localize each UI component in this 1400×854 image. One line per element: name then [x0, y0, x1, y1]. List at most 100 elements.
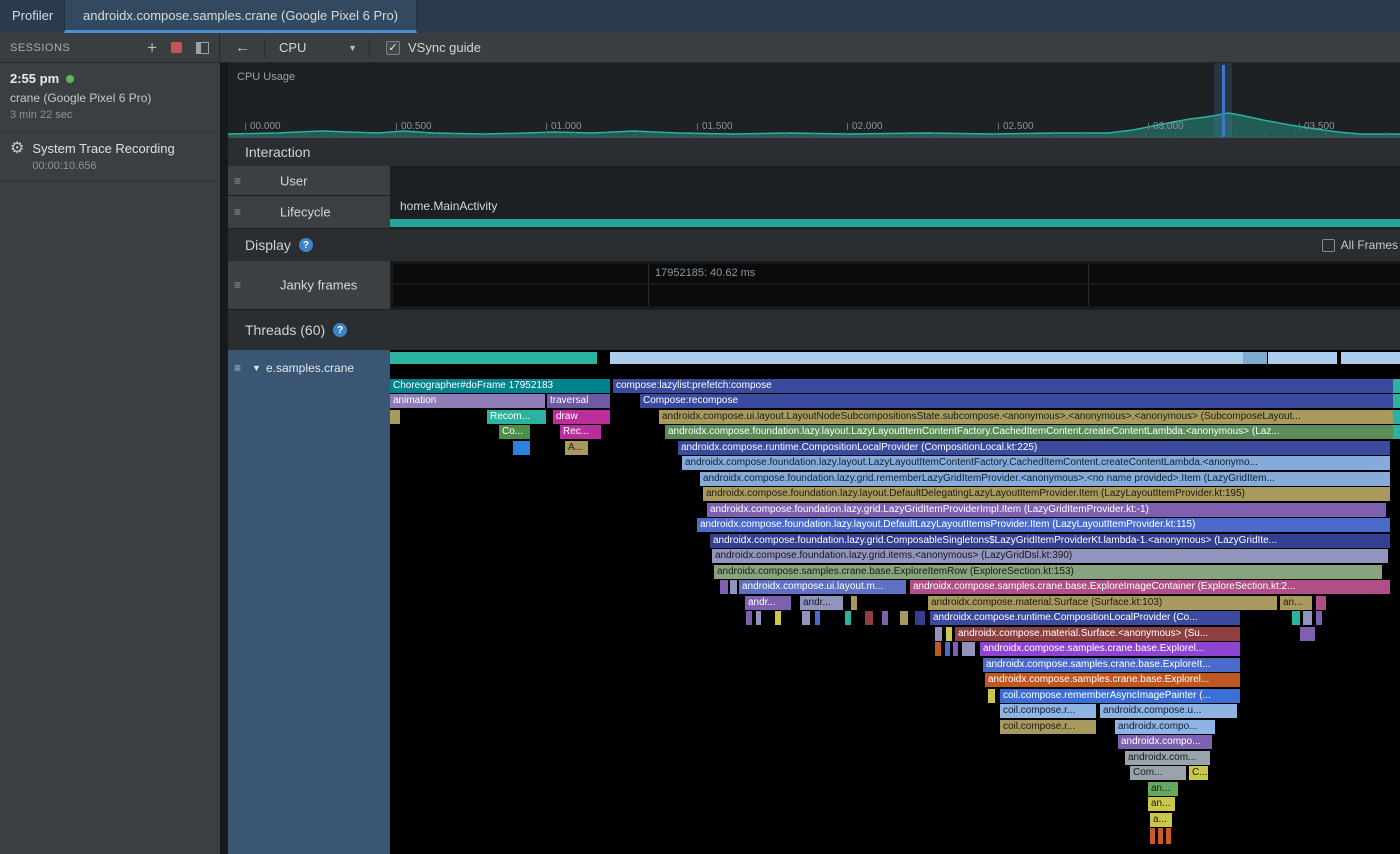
trace-event[interactable]: androidx.compo...	[1118, 735, 1212, 749]
recording-item[interactable]: ⚙ System Trace Recording 00:00:10.656	[0, 132, 220, 182]
flame-chart[interactable]: Choreographer#doFrame 17952183compose:la…	[390, 350, 1400, 854]
interaction-section-header[interactable]: Interaction	[228, 138, 1400, 166]
all-frames-checkbox[interactable]	[1322, 239, 1335, 252]
trace-event[interactable]: androidx.compose.foundation.lazy.layout.…	[703, 487, 1390, 501]
trace-event[interactable]	[730, 580, 737, 594]
thread-activity-segment[interactable]	[390, 352, 597, 364]
trace-event[interactable]	[1393, 425, 1400, 439]
user-track-content[interactable]	[390, 166, 1400, 195]
trace-event[interactable]	[915, 611, 925, 625]
trace-event[interactable]: C...	[1189, 766, 1208, 780]
trace-event[interactable]: Recom...	[487, 410, 546, 424]
vsync-checkbox[interactable]: ✓	[386, 41, 400, 55]
trace-event[interactable]: androidx.com...	[1125, 751, 1210, 765]
trace-event[interactable]	[1393, 394, 1400, 408]
drag-handle-icon[interactable]: ≡	[234, 205, 241, 219]
frame-lifecycle-bar[interactable]: 17952185: 40.62 ms	[393, 264, 1400, 283]
trace-event[interactable]	[1393, 410, 1400, 424]
trace-event[interactable]	[988, 689, 995, 703]
trace-event[interactable]	[946, 627, 952, 641]
trace-event[interactable]	[775, 611, 781, 625]
trace-event[interactable]: andr...	[745, 596, 791, 610]
trace-event[interactable]: Choreographer#doFrame 17952183	[390, 379, 610, 393]
threads-section-header[interactable]: Threads (60) ?	[228, 310, 1400, 350]
trace-event[interactable]: traversal	[547, 394, 610, 408]
trace-event[interactable]	[390, 410, 400, 424]
trace-event[interactable]	[513, 441, 530, 455]
trace-event[interactable]	[865, 611, 873, 625]
trace-event[interactable]: androidx.compose.foundation.lazy.layout.…	[682, 456, 1390, 470]
trace-event[interactable]: androidx.compose.foundation.lazy.layout.…	[697, 518, 1390, 532]
lifecycle-track-content[interactable]: home.MainActivity	[390, 196, 1400, 228]
lifecycle-activity-bar[interactable]	[390, 219, 1400, 227]
trace-event[interactable]	[1316, 596, 1326, 610]
trace-event[interactable]: a...	[1150, 813, 1172, 827]
trace-event[interactable]: A...	[565, 441, 588, 455]
trace-event[interactable]	[935, 627, 942, 641]
lifecycle-track-label[interactable]: ≡ Lifecycle	[228, 196, 390, 228]
thread-activity-segment[interactable]	[1341, 352, 1400, 364]
thread-activity-segment[interactable]	[1268, 352, 1337, 364]
trace-event[interactable]: androidx.compose.runtime.CompositionLoca…	[930, 611, 1240, 625]
trace-event[interactable]	[1166, 828, 1171, 844]
trace-event[interactable]	[1393, 379, 1400, 393]
trace-event[interactable]	[935, 642, 941, 656]
janky-track-label[interactable]: ≡ Janky frames	[228, 261, 390, 309]
trace-event[interactable]	[953, 642, 958, 656]
help-icon[interactable]: ?	[333, 323, 347, 337]
drag-handle-icon[interactable]: ≡	[234, 174, 241, 188]
trace-event[interactable]	[1303, 611, 1312, 625]
thread-row[interactable]: ≡ ▼ e.samples.crane	[228, 350, 390, 854]
trace-event[interactable]: androidx.compose.material.Surface.<anony…	[955, 627, 1240, 641]
trace-event[interactable]	[746, 611, 752, 625]
trace-event[interactable]: an...	[1280, 596, 1312, 610]
trace-event[interactable]	[802, 611, 810, 625]
trace-event[interactable]	[1316, 611, 1322, 625]
trace-event[interactable]: Co...	[499, 425, 530, 439]
time-ruler[interactable]: 00.00000.50001.00001.50002.00002.50003.0…	[228, 116, 1400, 138]
session-tab[interactable]: androidx.compose.samples.crane (Google P…	[64, 0, 417, 33]
trace-event[interactable]	[1292, 611, 1300, 625]
janky-track-content[interactable]: 17952185: 40.62 ms	[390, 261, 1400, 309]
trace-event[interactable]	[882, 611, 888, 625]
help-icon[interactable]: ?	[299, 238, 313, 252]
trace-event[interactable]: andr...	[800, 596, 843, 610]
trace-event[interactable]	[845, 611, 851, 625]
trace-event[interactable]: Rec...	[560, 425, 601, 439]
trace-event[interactable]: androidx.compose.samples.crane.base.Expl…	[714, 565, 1382, 579]
trace-event[interactable]: androidx.compose.samples.crane.base.Expl…	[910, 580, 1390, 594]
trace-event[interactable]	[945, 642, 950, 656]
session-card[interactable]: 2:55 pm crane (Google Pixel 6 Pro) 3 min…	[0, 63, 220, 132]
thread-activity-segment[interactable]	[610, 352, 1243, 364]
drag-handle-icon[interactable]: ≡	[234, 278, 241, 292]
trace-event[interactable]	[1150, 828, 1155, 844]
user-track-label[interactable]: ≡ User	[228, 166, 390, 195]
trace-event[interactable]: androidx.compose.ui.layout.LayoutNodeSub…	[659, 410, 1400, 424]
collapse-panel-icon[interactable]	[196, 42, 209, 54]
trace-event[interactable]: draw	[553, 410, 610, 424]
trace-event[interactable]	[720, 580, 728, 594]
trace-event[interactable]: androidx.compose.u...	[1100, 704, 1237, 718]
trace-event[interactable]	[1158, 828, 1163, 844]
trace-event[interactable]	[815, 611, 820, 625]
trace-event[interactable]: an...	[1148, 797, 1175, 811]
trace-event[interactable]: androidx.compose.runtime.CompositionLoca…	[678, 441, 1390, 455]
cpu-usage-chart[interactable]: CPU Usage 00.00000.50001.00001.50002.000…	[228, 63, 1400, 138]
trace-event[interactable]: Com...	[1130, 766, 1186, 780]
back-arrow-icon[interactable]: ←	[235, 39, 250, 56]
trace-event[interactable]: animation	[390, 394, 545, 408]
trace-event[interactable]: androidx.compose.foundation.lazy.layout.…	[665, 425, 1400, 439]
trace-event[interactable]	[851, 596, 857, 610]
trace-event[interactable]: androidx.compose.foundation.lazy.grid.La…	[707, 503, 1386, 517]
thread-activity-segment[interactable]	[1243, 352, 1267, 364]
drag-handle-icon[interactable]: ≡	[234, 361, 241, 375]
display-section-header[interactable]: Display ? All Frames	[228, 229, 1400, 261]
trace-event[interactable]	[756, 611, 761, 625]
trace-event[interactable]: androidx.compose.samples.crane.base.Expl…	[980, 642, 1240, 656]
trace-event[interactable]: coil.compose.r...	[1000, 704, 1096, 718]
trace-event[interactable]: androidx.compose.foundation.lazy.grid.it…	[712, 549, 1388, 563]
trace-event[interactable]: Compose:recompose	[640, 394, 1400, 408]
chevron-down-icon[interactable]: ▼	[252, 363, 261, 373]
trace-event[interactable]	[1300, 627, 1315, 641]
trace-event[interactable]: androidx.compose.samples.crane.base.Expl…	[985, 673, 1240, 687]
